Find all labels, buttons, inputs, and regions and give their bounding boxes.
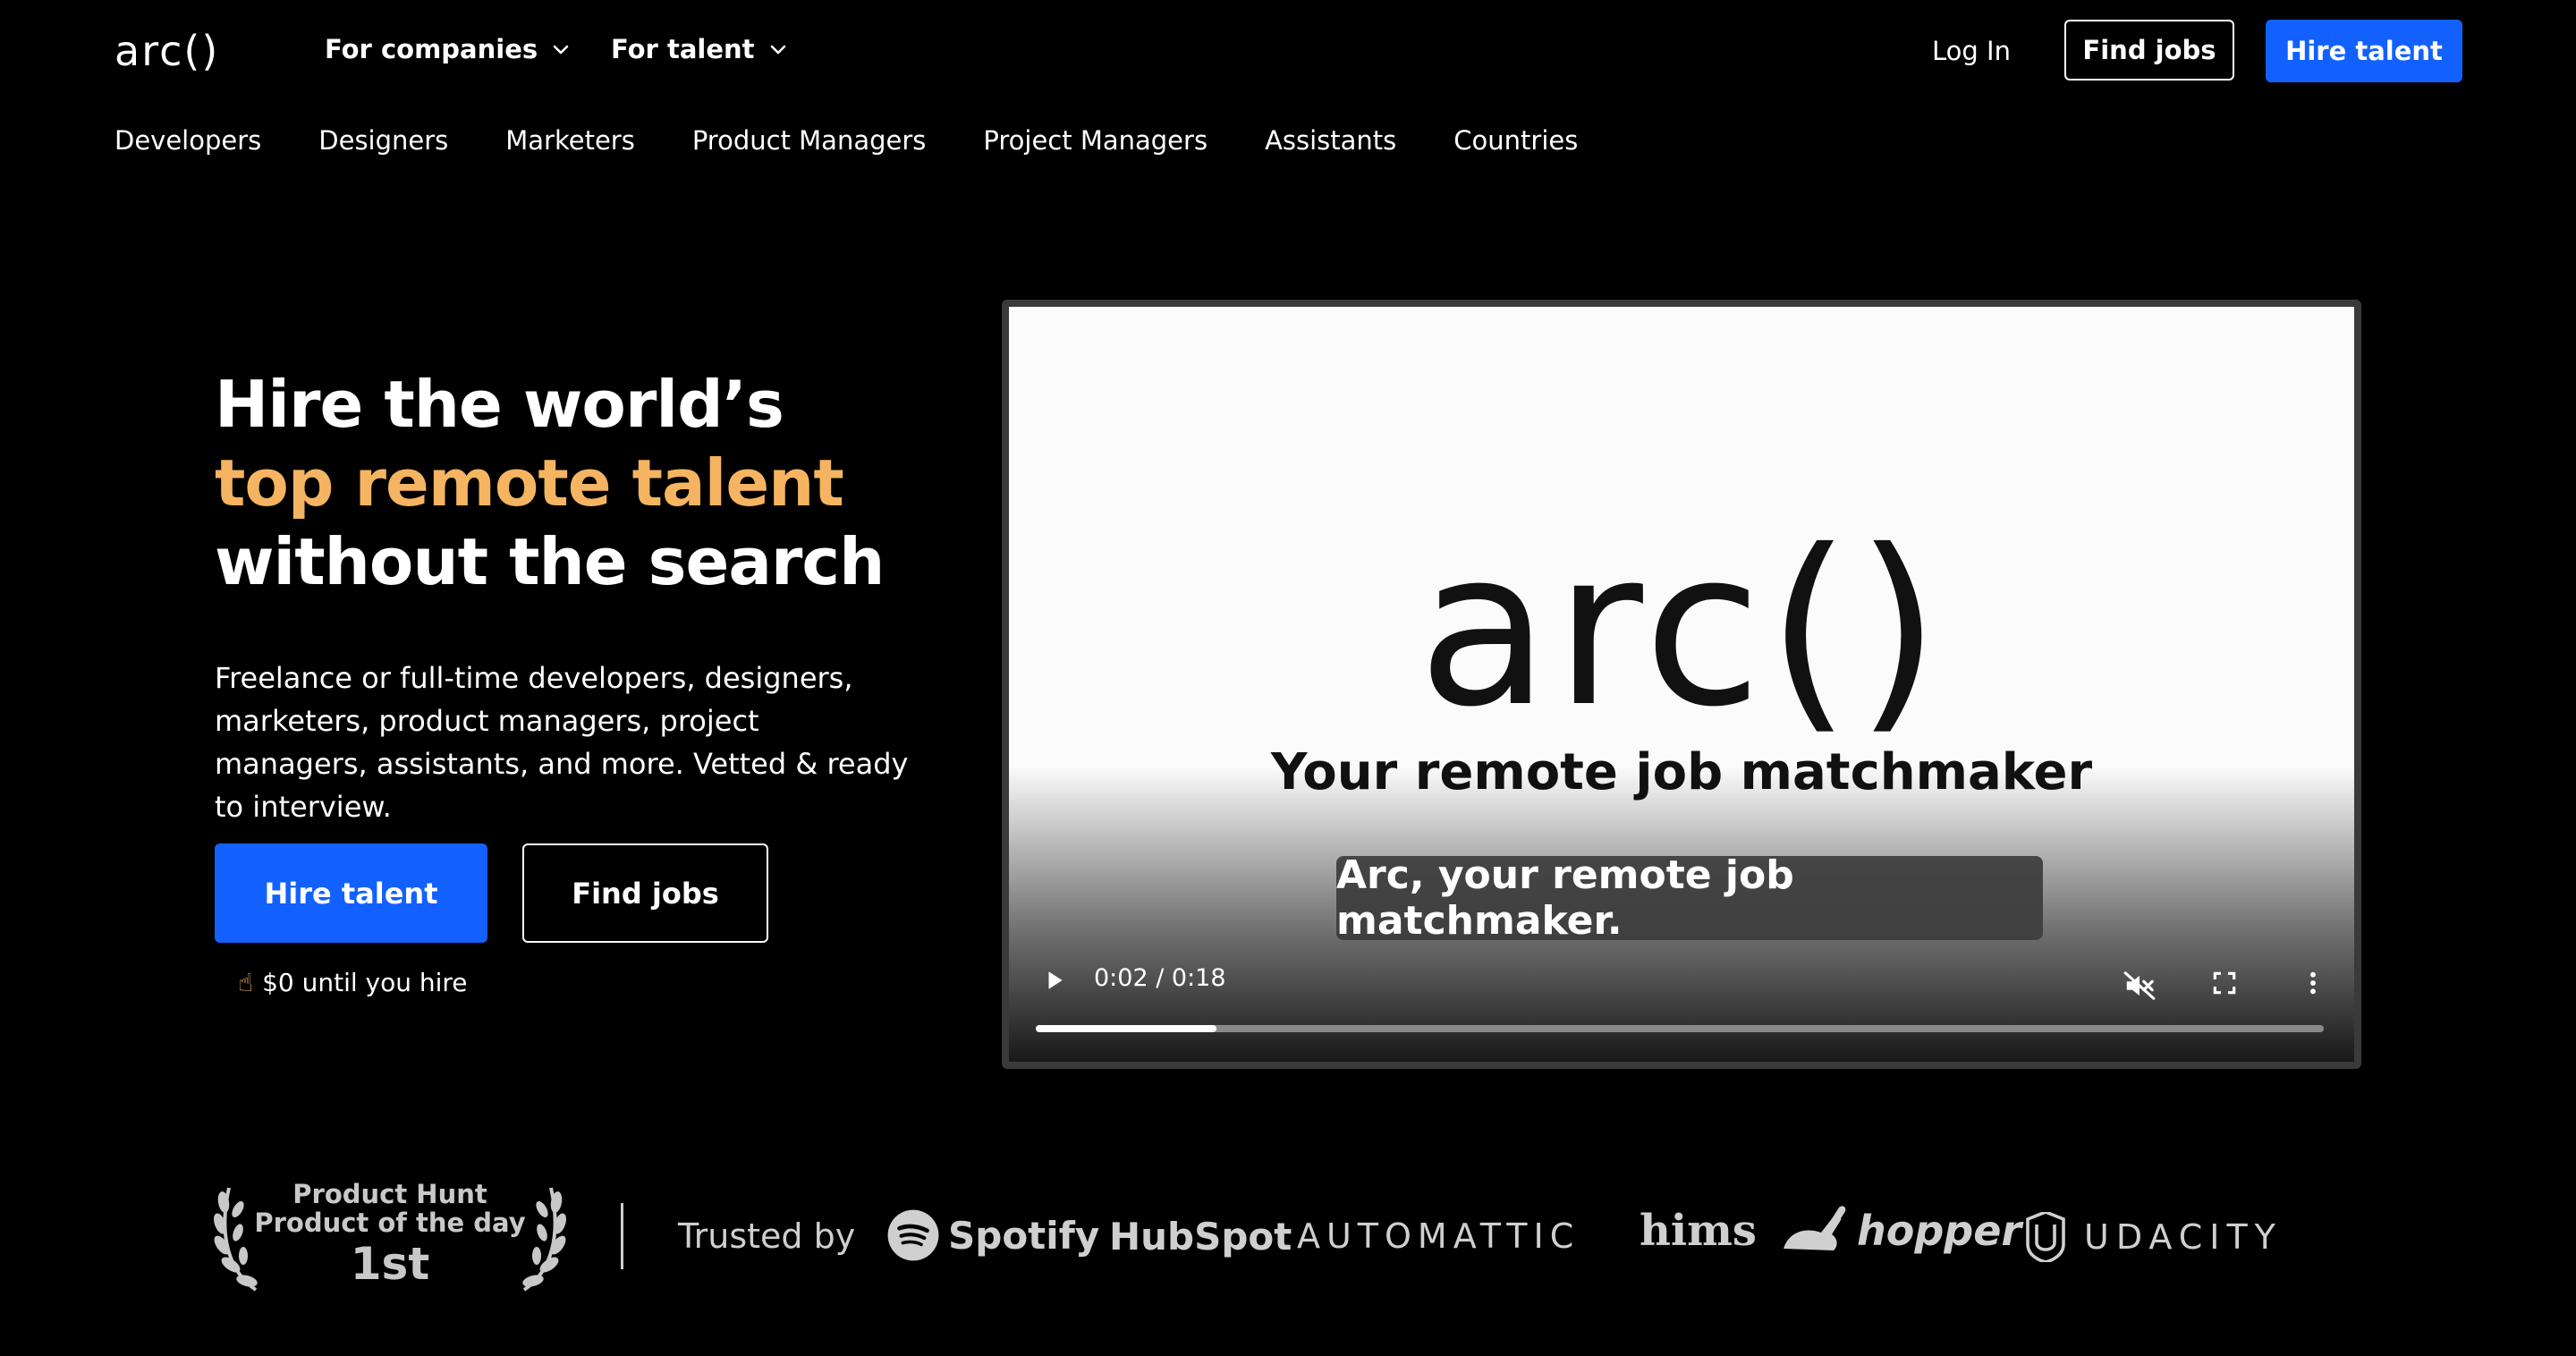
hero-description: Freelance or full-time developers, desig… [215, 661, 909, 824]
hero-title: Hire the world’s top remote talent witho… [215, 365, 885, 601]
subnav-project-managers[interactable]: Project Managers [983, 125, 1208, 156]
pricing-note-text: $0 until you hire [262, 968, 468, 997]
play-button[interactable] [1043, 969, 1066, 992]
nav-for-talent[interactable]: For talent [611, 34, 789, 64]
hero-hire-talent-button[interactable]: Hire talent [215, 843, 487, 943]
hubspot-logo: HubSpot [1109, 1215, 1292, 1259]
nav-for-talent-label: For talent [611, 34, 755, 64]
trusted-by-label: Trusted by [678, 1216, 856, 1256]
ph-line1: Product Hunt [292, 1179, 487, 1209]
fullscreen-button[interactable] [2210, 969, 2239, 997]
spotify-icon [887, 1209, 939, 1261]
hims-logo: hims [1640, 1206, 1757, 1256]
udacity-shield-icon [2026, 1212, 2065, 1262]
login-link[interactable]: Log In [1932, 36, 2011, 66]
subnav-developers[interactable]: Developers [114, 125, 261, 156]
udacity-logo: UDACITY [2023, 1212, 2283, 1262]
video-arc-logo: arc() [1418, 504, 1945, 754]
chevron-down-icon [553, 45, 569, 55]
video-player[interactable]: arc() Your remote job matchmaker Arc, yo… [1002, 300, 2361, 1069]
subnav-countries[interactable]: Countries [1453, 125, 1578, 156]
spotify-text: Spotify [948, 1213, 1100, 1258]
video-progress-fill [1036, 1025, 1216, 1032]
subnav-assistants[interactable]: Assistants [1265, 125, 1396, 156]
subnav-designers[interactable]: Designers [318, 125, 448, 156]
hire-talent-button[interactable]: Hire talent [2266, 20, 2462, 82]
video-time: 0:02 / 0:18 [1094, 964, 1226, 992]
subnav-marketers[interactable]: Marketers [505, 125, 635, 156]
chevron-down-icon [770, 45, 785, 55]
hero-title-line2: top remote talent [215, 445, 844, 521]
more-options-button[interactable] [2299, 969, 2327, 997]
pointing-hand-icon: ☝ [238, 968, 254, 997]
hopper-text: hopper [1857, 1207, 2022, 1255]
trust-divider [621, 1203, 623, 1269]
hero-title-line3: without the search [215, 524, 885, 599]
udacity-text: UDACITY [2084, 1217, 2283, 1257]
ph-line2: Product of the day [254, 1208, 526, 1238]
find-jobs-button[interactable]: Find jobs [2064, 20, 2234, 81]
hopper-logo: hopper [1780, 1204, 2021, 1258]
arc-logo[interactable]: arc() [114, 27, 219, 75]
nav-for-companies-label: For companies [325, 34, 538, 64]
nav-for-companies[interactable]: For companies [325, 34, 572, 64]
mute-button[interactable] [2123, 969, 2157, 1003]
bunny-icon [1784, 1206, 1846, 1250]
more-vertical-icon [2310, 971, 2316, 995]
volume-muted-icon [2123, 971, 2156, 1000]
pricing-note: ☝ $0 until you hire [238, 968, 468, 997]
spotify-logo: Spotify [886, 1208, 1099, 1263]
subnav-product-managers[interactable]: Product Managers [692, 125, 927, 156]
automattic-logo: AUTOMATTIC [1297, 1216, 1580, 1256]
hero-find-jobs-button[interactable]: Find jobs [522, 843, 768, 943]
video-caption: Arc, your remote job matchmaker. [1336, 852, 2043, 944]
ph-line3: 1st [350, 1238, 430, 1290]
category-nav: Developers Designers Marketers Product M… [114, 125, 1578, 156]
video-progress-bar[interactable] [1036, 1025, 2324, 1032]
play-icon [1048, 971, 1063, 989]
video-frame[interactable]: arc() Your remote job matchmaker Arc, yo… [1009, 307, 2354, 1062]
product-hunt-badge[interactable]: Product Hunt Product of the day 1st [211, 1179, 569, 1295]
hero-title-line1: Hire the world’s [215, 367, 784, 442]
fullscreen-icon [2213, 971, 2236, 995]
